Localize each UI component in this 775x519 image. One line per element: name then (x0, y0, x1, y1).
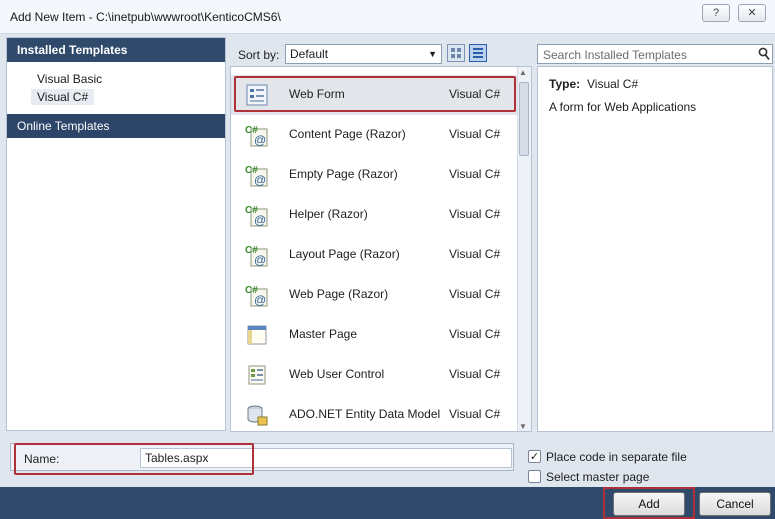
chevron-down-icon: ▼ (428, 49, 437, 59)
entity-model-icon (247, 405, 268, 426)
template-row-master-page[interactable]: Master Page Visual C# (231, 315, 519, 355)
list-view-icon (473, 48, 483, 58)
template-language: Visual C# (449, 127, 501, 141)
template-row-web-user-control[interactable]: Web User Control Visual C# (231, 355, 519, 395)
type-label: Type: (549, 77, 581, 91)
csharp-razor-icon: C#@ (245, 245, 268, 267)
select-master-page-checkbox[interactable] (528, 470, 541, 483)
sort-by-value: Default (290, 47, 329, 61)
scroll-thumb[interactable] (519, 82, 529, 156)
template-row-content-page-razor[interactable]: C# @ Content Page (Razor) Visual C# (231, 115, 519, 155)
svg-text:@: @ (254, 133, 266, 147)
medium-icons-view-button[interactable] (447, 44, 465, 62)
template-list[interactable]: Web Form Visual C# C# @ Content Page (Raz… (230, 66, 532, 432)
template-language: Visual C# (449, 367, 501, 381)
template-description: A form for Web Applications (549, 100, 697, 114)
tree-item-visual-basic[interactable]: Visual Basic (37, 72, 102, 86)
template-language: Visual C# (449, 327, 501, 341)
window-title: Add New Item - C:\inetpub\wwwroot\Kentic… (10, 10, 281, 24)
template-row-layout-page-razor[interactable]: C# @ Layout Page (Razor) Visual C# (231, 235, 519, 275)
tree-item-visual-csharp[interactable]: Visual C# (31, 89, 95, 105)
svg-text:@: @ (254, 213, 266, 227)
place-code-checkbox[interactable]: ✓ (528, 450, 541, 463)
csharp-razor-icon: C#@ (245, 165, 268, 187)
template-name: Layout Page (Razor) (289, 247, 400, 261)
online-templates-header[interactable]: Online Templates (7, 114, 225, 138)
select-master-page-label: Select master page (546, 470, 650, 484)
search-placeholder: Search Installed Templates (543, 48, 687, 62)
template-name: Web Page (Razor) (289, 287, 389, 301)
template-name: Web User Control (289, 367, 385, 381)
template-name: ADO.NET Entity Data Model (289, 407, 441, 421)
template-row-empty-page-razor[interactable]: C# @ Empty Page (Razor) Visual C# (231, 155, 519, 195)
scroll-up-icon[interactable]: ▲ (519, 68, 527, 77)
name-field-highlight (14, 443, 254, 475)
scroll-down-icon[interactable]: ▼ (519, 422, 527, 431)
template-row-web-page-razor[interactable]: C# @ Web Page (Razor) Visual C# (231, 275, 519, 315)
template-row-helper-razor[interactable]: C# @ Helper (Razor) Visual C# (231, 195, 519, 235)
template-row-ado-net-entity-data-model[interactable]: ADO.NET Entity Data Model Visual C# (231, 395, 519, 431)
grid-view-icon (451, 48, 461, 58)
csharp-razor-icon: C#@ (245, 285, 268, 307)
template-name: Content Page (Razor) (289, 127, 406, 141)
template-language: Visual C# (449, 247, 501, 261)
master-page-icon (247, 325, 267, 345)
help-button[interactable]: ? (702, 4, 730, 22)
csharp-razor-icon: C#@ (245, 205, 268, 227)
template-name: Master Page (289, 327, 358, 341)
sort-by-label: Sort by: (238, 48, 280, 62)
close-button[interactable]: ✕ (738, 4, 766, 22)
svg-text:@: @ (254, 293, 266, 307)
add-button-highlight (603, 487, 695, 519)
search-icon[interactable] (758, 47, 770, 61)
details-view-button[interactable] (469, 44, 487, 62)
template-language: Visual C# (449, 407, 501, 421)
svg-text:@: @ (254, 173, 266, 187)
user-control-icon (248, 365, 266, 385)
sort-by-select[interactable]: Default ▼ (285, 44, 442, 64)
installed-templates-header[interactable]: Installed Templates (7, 38, 225, 62)
template-name: Helper (Razor) (289, 207, 368, 221)
template-language: Visual C# (449, 167, 501, 181)
template-categories-panel: Installed Templates Visual Basic Visual … (6, 37, 226, 431)
type-value: Visual C# (587, 77, 639, 91)
template-language: Visual C# (449, 287, 501, 301)
cancel-button[interactable]: Cancel (699, 492, 771, 516)
template-name: Empty Page (Razor) (289, 167, 398, 181)
template-details-panel (537, 66, 773, 432)
place-code-label: Place code in separate file (546, 450, 687, 464)
csharp-razor-icon: C#@ (245, 125, 268, 147)
svg-text:@: @ (254, 253, 266, 267)
selected-template-highlight (234, 76, 516, 112)
template-language: Visual C# (449, 207, 501, 221)
